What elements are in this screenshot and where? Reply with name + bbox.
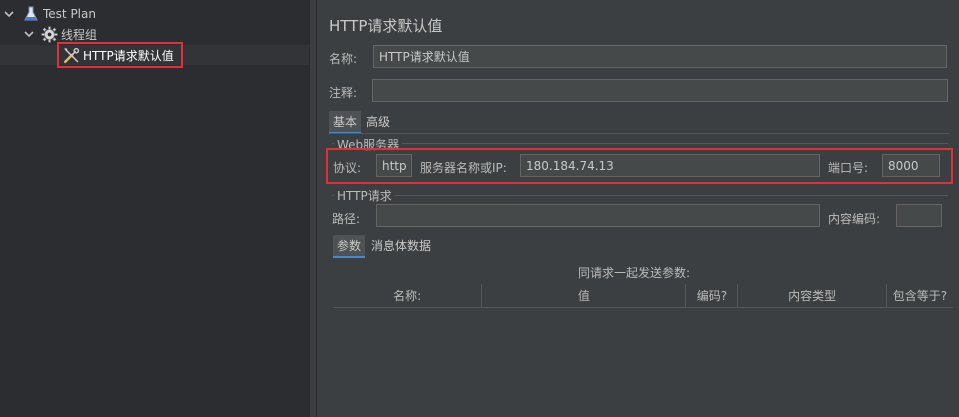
port-label: 端口号: (828, 161, 869, 175)
column-header-encode[interactable]: 编码? (686, 284, 739, 307)
tree-item-test-plan[interactable]: Test Plan (2, 4, 96, 24)
wrench-icon (62, 46, 80, 64)
name-label: 名称: (329, 52, 358, 66)
tree-item-http-defaults[interactable]: HTTP请求默认值 (57, 42, 183, 68)
protocol-label: 协议: (333, 161, 362, 175)
params-table-body[interactable] (333, 309, 953, 409)
tree-item-label: Test Plan (43, 7, 96, 21)
encoding-input[interactable] (896, 204, 942, 227)
tab-parameters[interactable]: 参数 (333, 235, 366, 258)
server-input[interactable]: 180.184.74.13 (520, 154, 820, 177)
chevron-down-icon[interactable] (22, 27, 36, 41)
column-header-name[interactable]: 名称: (333, 284, 483, 307)
name-input[interactable]: HTTP请求默认值 (373, 45, 947, 68)
chevron-down-icon[interactable] (2, 7, 16, 21)
http-request-group-title: HTTP请求 (334, 187, 395, 204)
page-title: HTTP请求默认值 (329, 17, 443, 35)
flask-icon (22, 5, 40, 23)
http-defaults-form: HTTP请求默认值 名称: HTTP请求默认值 注释: 基本 高级 Web服务器… (318, 0, 959, 417)
gear-icon (40, 25, 58, 43)
tab-advanced[interactable]: 高级 (366, 113, 390, 130)
protocol-input[interactable]: http (376, 154, 412, 177)
column-header-include-equals[interactable]: 包含等于? (887, 284, 953, 307)
http-request-group-border (332, 195, 948, 196)
params-caption: 同请求一起发送参数: (578, 266, 691, 280)
comment-input[interactable] (372, 79, 948, 102)
tree-item-label: 线程组 (61, 27, 98, 42)
tree-item-thread-group[interactable]: 线程组 (22, 24, 97, 44)
encoding-label: 内容编码: (828, 212, 881, 226)
panel-splitter[interactable] (309, 0, 317, 417)
tab-basic[interactable]: 基本 (329, 111, 362, 134)
tab-divider (329, 133, 949, 134)
column-header-content-type[interactable]: 内容类型 (738, 284, 887, 307)
path-label: 路径: (332, 212, 361, 226)
tree-item-label: HTTP请求默认值 (83, 48, 174, 63)
path-input[interactable] (376, 204, 820, 227)
test-plan-tree: Test Plan 线程组 HTTP请求默认值 (0, 0, 309, 417)
tab-body-data[interactable]: 消息体数据 (371, 237, 431, 254)
column-header-value[interactable]: 值 (482, 284, 687, 307)
web-server-group-border (332, 143, 948, 144)
server-label: 服务器名称或IP: (420, 161, 507, 175)
comment-label: 注释: (329, 86, 358, 100)
params-table-header: 名称: 值 编码? 内容类型 包含等于? (333, 284, 953, 308)
port-input[interactable]: 8000 (882, 154, 940, 177)
